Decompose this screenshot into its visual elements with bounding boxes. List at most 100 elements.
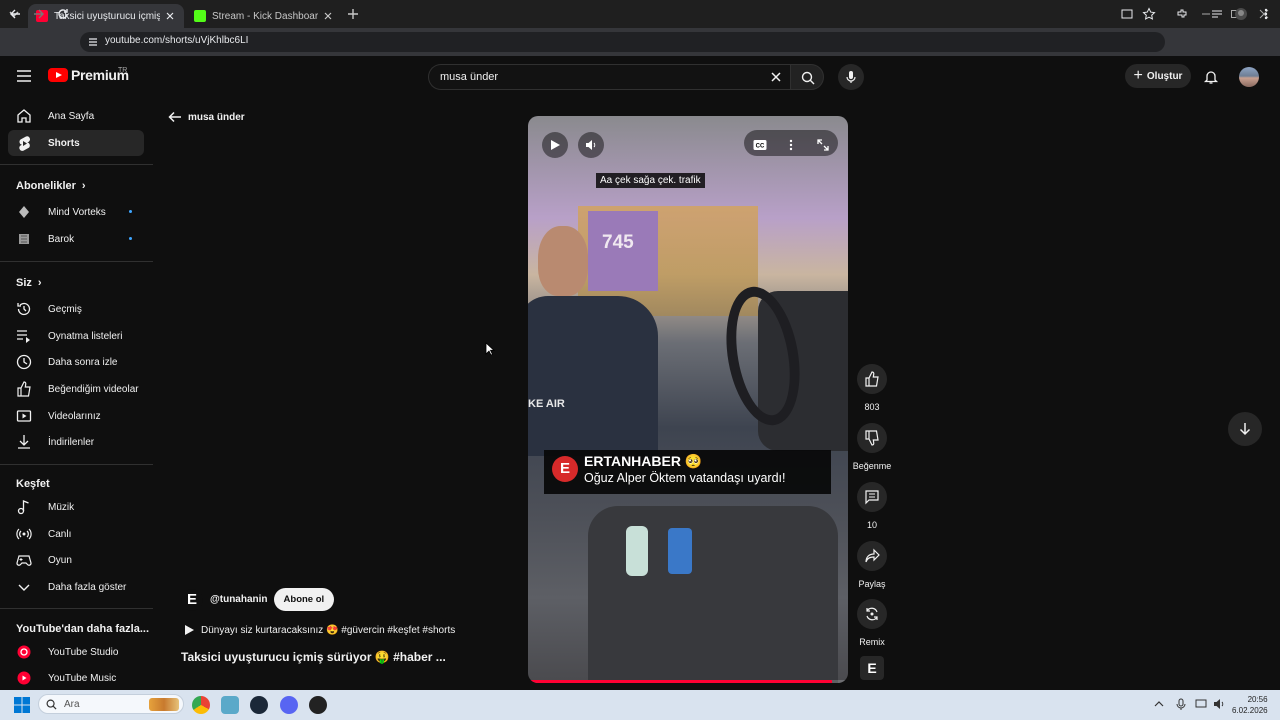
tray-display-icon[interactable]: [1194, 697, 1208, 711]
video-scene-can: [668, 528, 692, 574]
voice-search-button[interactable]: [838, 64, 864, 90]
install-app-icon[interactable]: [1120, 7, 1134, 21]
notifications-bell-icon[interactable]: [1203, 69, 1219, 85]
video-scene-driver-body: [528, 296, 658, 456]
sidebar-divider: [0, 464, 153, 465]
forward-icon[interactable]: [32, 7, 46, 21]
volume-icon: [586, 140, 596, 150]
like-button[interactable]: 803: [852, 364, 892, 412]
app-taskbar-icon[interactable]: [221, 696, 239, 714]
sidebar-divider: [0, 608, 153, 609]
sidebar-item-playlists[interactable]: Oynatma listeleri: [8, 323, 144, 349]
tray-chevron-up-icon[interactable]: [1152, 697, 1166, 711]
reading-list-icon[interactable]: [1210, 7, 1224, 21]
chrome-taskbar-icon[interactable]: [192, 696, 210, 714]
menu-kebab-icon[interactable]: [1259, 7, 1273, 21]
sidebar-item-label: Oyun: [48, 554, 72, 566]
clear-search-icon[interactable]: [770, 71, 782, 83]
create-button[interactable]: + Oluştur: [1125, 64, 1191, 88]
sidebar-item-your-videos[interactable]: Videolarınız: [8, 403, 144, 429]
audio-source-thumbnail[interactable]: E: [860, 656, 884, 680]
dislike-button[interactable]: Beğenme: [852, 423, 892, 471]
windows-start-icon[interactable]: [14, 697, 30, 713]
remix-button[interactable]: Remix: [852, 599, 892, 647]
comments-button[interactable]: 10: [852, 482, 892, 530]
next-short-button[interactable]: [1228, 412, 1262, 446]
sidebar-item-liked-videos[interactable]: Beğendiğim videolar: [8, 376, 144, 402]
sidebar-divider: [0, 261, 153, 262]
new-content-dot: [129, 237, 132, 240]
steam-taskbar-icon[interactable]: [250, 696, 268, 714]
sidebar-item-barok[interactable]: Barok: [8, 226, 144, 252]
channel-avatar-icon: [16, 204, 32, 220]
thumbs-down-icon: [865, 430, 879, 446]
play-button[interactable]: [542, 132, 568, 158]
download-icon: [16, 434, 32, 450]
extensions-icon[interactable]: [1175, 7, 1189, 21]
short-title[interactable]: Taksici uyuşturucu içmiş sürüyor 🤑 #habe…: [181, 650, 446, 664]
tab-active[interactable]: Taksici uyuşturucu içmiş sürüyor: [28, 4, 184, 28]
sidebar-item-shorts[interactable]: Shorts: [8, 130, 144, 156]
back-icon[interactable]: [8, 7, 22, 21]
account-avatar[interactable]: [1239, 67, 1259, 87]
search-button[interactable]: [790, 64, 824, 90]
taskbar-clock[interactable]: 20:56 6.02.2026: [1232, 694, 1268, 716]
close-tab-icon[interactable]: [322, 10, 334, 22]
back-label: musa ünder: [188, 111, 245, 123]
video-scene-driver-head: [538, 226, 588, 296]
studio-icon: [16, 644, 32, 660]
captions-button[interactable]: CC: [746, 132, 772, 158]
hamburger-menu-icon[interactable]: [16, 69, 32, 83]
sidebar-item-downloads[interactable]: İndirilenler: [8, 429, 144, 455]
sidebar-item-youtube-studio[interactable]: YouTube Studio: [8, 639, 144, 665]
shorts-video-player[interactable]: 745 KE AIR CC Aa çek sağa çek. trafik E …: [528, 116, 848, 683]
subscriptions-heading[interactable]: Abonelikler ›: [16, 180, 86, 192]
channel-avatar[interactable]: E: [181, 588, 203, 611]
sidebar-item-live[interactable]: Canlı: [8, 521, 144, 547]
channel-name[interactable]: @tunahanin: [210, 594, 268, 605]
microphone-icon: [846, 71, 856, 83]
tray-microphone-icon[interactable]: [1174, 697, 1188, 711]
explore-heading: Keşfet: [16, 478, 50, 490]
youtube-premium-logo[interactable]: Premium: [48, 67, 129, 83]
reload-icon[interactable]: [56, 7, 70, 21]
url-text[interactable]: youtube.com/shorts/uVjKhlbc6LI: [105, 35, 248, 46]
music-icon: [16, 499, 32, 515]
sidebar-item-history[interactable]: Geçmiş: [8, 296, 144, 322]
more-options-button[interactable]: [778, 132, 804, 158]
tab-kick[interactable]: Stream - Kick Dashboard: [186, 4, 342, 28]
news-lower-third: E ERTANHABER 🥺 Oğuz Alper Öktem vatandaş…: [544, 450, 831, 494]
sidebar-item-youtube-music[interactable]: YouTube Music: [8, 665, 144, 691]
sidebar-item-music[interactable]: Müzik: [8, 494, 144, 520]
close-tab-icon[interactable]: [164, 10, 176, 22]
share-button[interactable]: Paylaş: [852, 541, 892, 589]
sidebar-item-show-more[interactable]: Daha fazla göster: [8, 574, 144, 600]
mute-button[interactable]: [578, 132, 604, 158]
bookmark-star-icon[interactable]: [1142, 7, 1156, 21]
news-headline: Oğuz Alper Öktem vatandaşı uyardı!: [584, 471, 786, 485]
you-heading[interactable]: Siz ›: [16, 277, 42, 289]
sidebar-item-mind-vorteks[interactable]: Mind Vorteks: [8, 199, 144, 225]
new-tab-icon[interactable]: [346, 7, 360, 21]
video-progress-bar[interactable]: [528, 680, 848, 683]
tray-volume-icon[interactable]: [1212, 697, 1226, 711]
tab-title: Stream - Kick Dashboard: [212, 10, 318, 22]
fullscreen-button[interactable]: [810, 132, 836, 158]
obs-taskbar-icon[interactable]: [309, 696, 327, 714]
short-description-row[interactable]: Dünyayı siz kurtaracaksınız 😍 #güvercin …: [183, 624, 455, 636]
back-to-search-link[interactable]: musa ünder: [168, 111, 245, 123]
live-icon: [16, 526, 32, 542]
region-code: TR: [118, 67, 128, 74]
profile-icon[interactable]: [1234, 7, 1248, 21]
sidebar-item-watch-later[interactable]: Daha sonra izle: [8, 349, 144, 375]
subscribe-button[interactable]: Abone ol: [273, 588, 335, 611]
taskbar-search[interactable]: Ara: [38, 694, 184, 714]
video-scene-shirt-text: KE AIR: [528, 398, 565, 410]
mouse-cursor-icon: [485, 342, 495, 356]
site-info-icon[interactable]: [86, 35, 100, 49]
discord-taskbar-icon[interactable]: [280, 696, 298, 714]
sidebar-item-home[interactable]: Ana Sayfa: [8, 103, 144, 129]
sidebar-item-gaming[interactable]: Oyun: [8, 547, 144, 573]
short-description: Dünyayı siz kurtaracaksınız 😍 #güvercin …: [201, 624, 456, 636]
search-input[interactable]: [440, 71, 760, 83]
